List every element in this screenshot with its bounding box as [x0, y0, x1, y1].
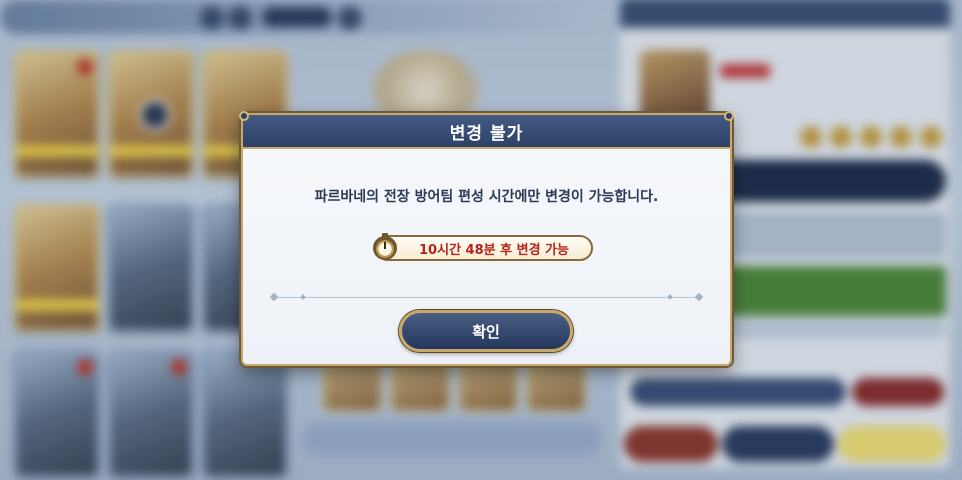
- ornament-icon: [239, 111, 249, 121]
- timer-badge: 10시간 48분 후 변경 가능: [373, 233, 593, 261]
- timer-text: 10시간 48분 후 변경 가능: [419, 242, 569, 258]
- confirm-button-label: 확인: [472, 322, 500, 341]
- dialog-divider: [269, 292, 704, 302]
- stopwatch-icon: [373, 233, 397, 260]
- dialog-header: 변경 불가: [239, 111, 734, 149]
- change-unavailable-dialog: 변경 불가 파르바네의 전장 방어팀 편성 시간에만 변경이 가능합니다. 10…: [239, 111, 734, 366]
- ornament-icon: [724, 111, 734, 121]
- dialog-title: 변경 불가: [449, 123, 524, 144]
- dialog-message: 파르바네의 전장 방어팀 편성 시간에만 변경이 가능합니다.: [314, 189, 659, 205]
- confirm-button[interactable]: 확인: [399, 310, 573, 352]
